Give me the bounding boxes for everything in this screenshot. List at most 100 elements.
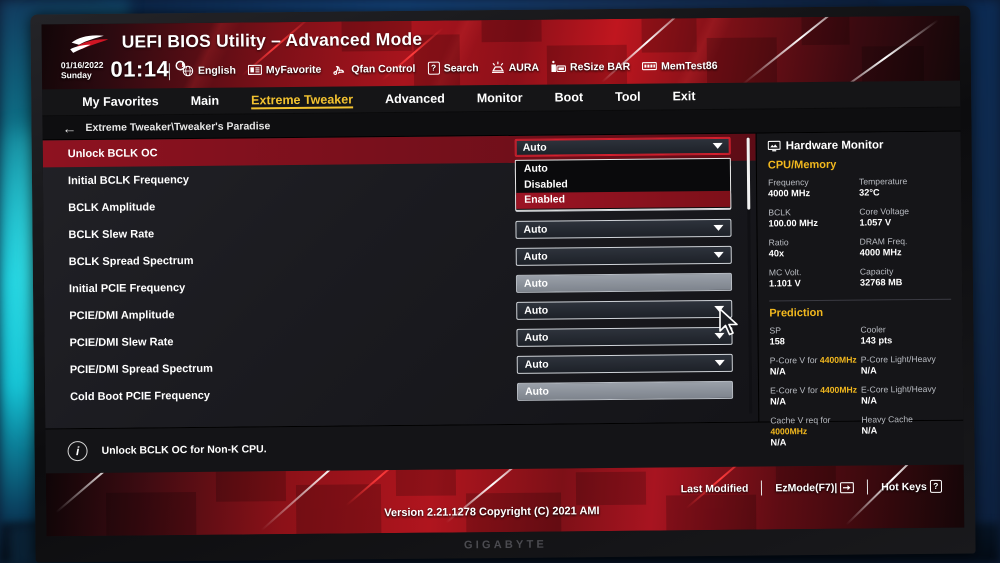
hwm-key: Core Voltage	[859, 206, 910, 217]
hwm-value: 1.101 V	[768, 278, 801, 289]
bios-header: UEFI BIOS Utility – Advanced Mode 01/16/…	[41, 15, 961, 90]
tab-advanced[interactable]: Advanced	[369, 85, 461, 113]
setting-control: Auto	[516, 353, 733, 374]
hwm-key: Frequency	[767, 177, 809, 188]
hwm-key: MC Volt.	[768, 267, 802, 278]
hwm-entry: Frequency 4000 MHz	[768, 177, 859, 202]
arrow-right-box-icon	[840, 481, 855, 493]
chevron-down-icon	[714, 332, 725, 339]
hwm-value: 4000 MHz	[859, 247, 902, 258]
hwm-entry: Capacity 32768 MB	[860, 266, 951, 291]
dropdown-bclk-spread-spectrum[interactable]: Auto	[515, 245, 732, 266]
dropdown-pcie-dmi-spread-spectrum[interactable]: Auto	[516, 353, 733, 374]
setting-label: PCIE/DMI Slew Rate	[69, 335, 174, 349]
page-title: UEFI BIOS Utility – Advanced Mode	[121, 28, 423, 52]
toolbar-label: Search	[443, 61, 479, 75]
tab-monitor[interactable]: Monitor	[461, 84, 539, 112]
chevron-down-icon	[714, 305, 725, 312]
dropdown-pcie-dmi-slew-rate[interactable]: Auto	[516, 326, 733, 347]
toolbar-item-qfan-control[interactable]: Qfan Control	[333, 62, 416, 75]
toolbar-item-memtest86[interactable]: MemTest86	[642, 59, 718, 72]
laptop-device: GIGABYTE UEFI BIOS Utility – Advanced Mo…	[30, 5, 976, 563]
dropdown-value: Auto	[523, 223, 548, 236]
resize-bar-icon	[551, 60, 567, 73]
monitor-icon	[767, 140, 781, 152]
tab-my-favorites[interactable]: My Favorites	[66, 88, 175, 116]
last-modified-button[interactable]: Last Modified	[681, 482, 749, 495]
dropdown-value: Auto	[524, 304, 549, 317]
input-value: Auto	[524, 385, 550, 398]
hwm-key: DRAM Freq.	[859, 236, 908, 247]
input-value: Auto	[523, 277, 548, 290]
footer-geometric-pattern	[46, 465, 965, 537]
hwm-key: Cooler	[860, 324, 886, 335]
hwm-entry: Heavy Cache N/A	[861, 414, 952, 450]
dropdown-option-enabled[interactable]: Enabled	[516, 190, 731, 209]
dropdown-value: Auto	[524, 358, 549, 371]
footer-divider	[867, 479, 869, 495]
hwm-divider	[769, 298, 952, 302]
breadcrumb-path: Extreme Tweaker\Tweaker's Paradise	[85, 119, 271, 134]
hwm-entry: P-Core Light/Heavy N/A	[861, 354, 952, 379]
hot-keys-label: Hot Keys	[881, 480, 927, 493]
tab-extreme-tweaker[interactable]: Extreme Tweaker	[235, 86, 369, 114]
bios-version: Version 2.21.1278 Copyright (C) 2021 AMI	[384, 505, 600, 520]
header-divider	[168, 63, 171, 81]
hot-keys-button[interactable]: Hot Keys ?	[881, 479, 943, 494]
setting-label: Unlock BCLK OC	[67, 146, 158, 160]
hwm-value: 32°C	[859, 187, 880, 198]
toolbar-item-english[interactable]: English	[182, 64, 236, 77]
hwm-entry: P-Core V for 4400MHz N/A	[770, 355, 861, 380]
hwm-entry: MC Volt. 1.101 V	[769, 267, 860, 292]
dropdown-value: Auto	[524, 331, 549, 344]
dropdown-pcie-dmi-amplitude[interactable]: Auto	[516, 299, 733, 320]
back-arrow-icon[interactable]: ←	[62, 120, 76, 136]
hwm-value: 143 pts	[860, 335, 893, 346]
dropdown-bclk-slew-rate[interactable]: Auto	[515, 218, 732, 239]
toolbar-label: English	[197, 64, 236, 77]
chevron-down-icon	[714, 359, 725, 366]
hwm-entry: SP 158	[769, 325, 860, 350]
hwm-key-highlight: 4000MHz	[770, 426, 808, 437]
hwm-key-text: E-Core V for	[769, 384, 821, 396]
tab-exit[interactable]: Exit	[656, 82, 711, 110]
footer-buttons: Last Modified EzMode(F7)| Hot Keys ?	[681, 479, 943, 497]
hwm-key-highlight: 4400MHz	[820, 384, 858, 395]
system-datetime: 01/16/2022 Sunday 01:14	[61, 56, 187, 82]
toolbar-item-aura[interactable]: AURA	[491, 61, 539, 74]
input-cold-boot-pcie-frequency[interactable]: Auto	[516, 380, 734, 401]
star-book-icon	[247, 64, 262, 75]
aura-light-icon	[491, 61, 504, 74]
last-modified-label: Last Modified	[680, 482, 749, 495]
ezmode-button[interactable]: EzMode(F7)|	[775, 481, 855, 494]
setting-label: PCIE/DMI Spread Spectrum	[69, 362, 213, 376]
hwm-key: P-Core Light/Heavy	[860, 353, 936, 365]
chevron-down-icon	[713, 224, 724, 231]
toolbar-item-search[interactable]: ? Search	[427, 61, 479, 75]
toolbar-item-myfavorite[interactable]: MyFavorite	[247, 63, 321, 76]
hwm-entry: Temperature 32°C	[859, 176, 950, 201]
hwm-key-highlight: 4400MHz	[819, 354, 857, 365]
memtest-icon	[642, 61, 658, 71]
dropdown-value: Auto	[523, 250, 548, 263]
question-key-icon: ?	[427, 61, 440, 75]
chevron-down-icon	[713, 251, 724, 258]
system-time: 01:14	[110, 56, 170, 82]
bios-body: Unlock BCLK OC Auto Initial BCLK Frequen…	[42, 131, 964, 447]
setting-control: Auto	[514, 136, 731, 157]
dropdown-unlock-bclk-oc[interactable]: Auto	[514, 136, 731, 157]
hwm-prediction-grid: SP 158 Cooler 143 pts P-Core V for 4400M…	[769, 324, 952, 451]
input-initial-pcie-frequency[interactable]: Auto	[515, 272, 733, 293]
hwm-entry: Cache V req for 4000MHz N/A	[770, 415, 861, 451]
hwm-section-prediction: Prediction	[769, 306, 824, 320]
hwm-key: E-Core V for 4400MHz	[770, 385, 861, 397]
hwm-value: 32768 MB	[859, 277, 903, 288]
toolbar-label: Qfan Control	[351, 62, 416, 75]
bios-footer: Version 2.21.1278 Copyright (C) 2021 AMI…	[45, 464, 965, 537]
setting-row-cold-boot-pcie-frequency[interactable]: Cold Boot PCIE Frequency Auto	[45, 377, 758, 411]
tab-main[interactable]: Main	[175, 87, 236, 115]
tab-boot[interactable]: Boot	[538, 84, 599, 112]
hwm-value: N/A	[860, 365, 877, 376]
tab-tool[interactable]: Tool	[599, 83, 657, 111]
toolbar-item-resize-bar[interactable]: ReSize BAR	[551, 60, 630, 74]
